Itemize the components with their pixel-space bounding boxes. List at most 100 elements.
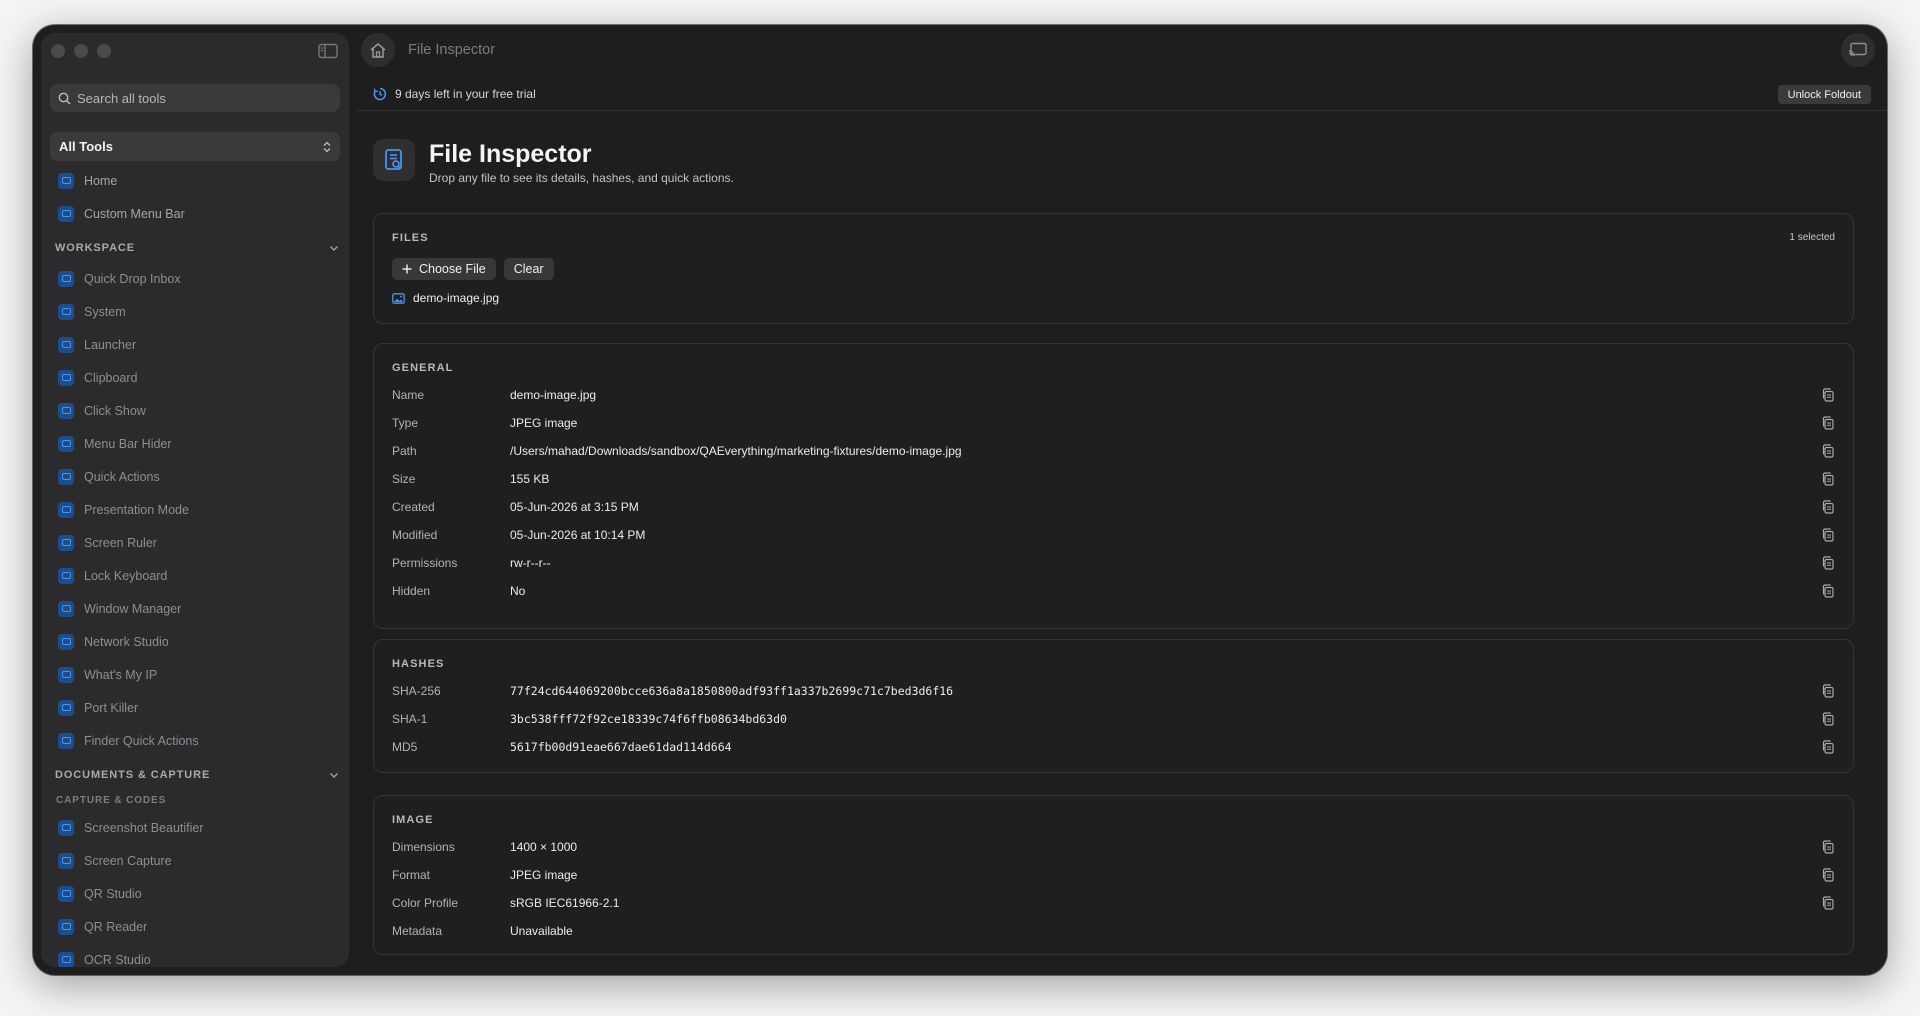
copy-icon[interactable] — [1821, 712, 1835, 726]
info-row-md5: MD5 5617fb00d91eae667dae61dad114d664 — [374, 733, 1853, 761]
sidebar-item-qr-studio[interactable]: QR Studio — [41, 877, 349, 910]
copy-icon[interactable] — [1821, 740, 1835, 754]
sidebar-toggle-icon[interactable] — [318, 43, 338, 59]
sidebar-item-clipboard[interactable]: Clipboard — [41, 361, 349, 394]
selected-count: 1 selected — [1789, 232, 1835, 243]
sidebar-item-finder-quick-actions[interactable]: Finder Quick Actions — [41, 724, 349, 757]
info-label: SHA-256 — [392, 684, 441, 698]
minimize-window-button[interactable] — [74, 44, 88, 58]
sidebar-item-label: Quick Drop Inbox — [84, 271, 181, 286]
sidebar-item-label: QR Reader — [84, 919, 148, 934]
copy-icon[interactable] — [1821, 684, 1835, 698]
info-value: 1400 × 1000 — [510, 840, 578, 854]
copy-icon[interactable] — [1821, 388, 1835, 402]
qr-icon — [58, 885, 74, 902]
info-label: Created — [392, 500, 435, 514]
section-workspace-title: WORKSPACE — [55, 242, 136, 254]
sidebar-item-custom-menu-bar[interactable]: Custom Menu Bar — [41, 197, 349, 230]
sidebar-item-screen-capture[interactable]: Screen Capture — [41, 844, 349, 877]
unlock-foldout-button[interactable]: Unlock Foldout — [1777, 85, 1871, 104]
page-title: File Inspector — [429, 140, 592, 168]
info-label: Path — [392, 444, 417, 458]
copy-icon[interactable] — [1821, 444, 1835, 458]
sidebar-item-home[interactable]: Home — [41, 164, 349, 197]
sidebar-item-label: Window Manager — [84, 601, 182, 616]
file-name: demo-image.jpg — [413, 291, 500, 305]
copy-icon[interactable] — [1821, 840, 1835, 854]
click-icon — [58, 402, 74, 419]
section-workspace[interactable]: WORKSPACE — [41, 234, 349, 262]
clear-button[interactable]: Clear — [503, 258, 554, 280]
tool-scope-value: All Tools — [59, 139, 113, 154]
search-field[interactable] — [50, 84, 340, 112]
copy-icon[interactable] — [1821, 896, 1835, 910]
image-file-icon — [392, 292, 405, 304]
sidebar-item-what-s-my-ip[interactable]: What's My IP — [41, 658, 349, 691]
sidebar: All Tools Home Custom Menu Bar WORKSPACE … — [41, 33, 349, 967]
sidebar-item-lock-keyboard[interactable]: Lock Keyboard — [41, 559, 349, 592]
info-row-modified: Modified 05-Jun-2026 at 10:14 PM — [374, 521, 1853, 549]
sidebar-item-qr-reader[interactable]: QR Reader — [41, 910, 349, 943]
info-label: Format — [392, 868, 431, 882]
copy-icon[interactable] — [1821, 416, 1835, 430]
file-list-item[interactable]: demo-image.jpg — [392, 291, 499, 305]
sidebar-item-label: Custom Menu Bar — [84, 206, 185, 221]
sidebar-item-screenshot-beautifier[interactable]: Screenshot Beautifier — [41, 811, 349, 844]
sidebar-item-ocr-studio[interactable]: OCR Studio — [41, 943, 349, 967]
info-value: sRGB IEC61966-2.1 — [510, 896, 620, 910]
chevron-updown-icon — [323, 141, 331, 152]
sidebar-item-presentation-mode[interactable]: Presentation Mode — [41, 493, 349, 526]
sidebar-item-label: Menu Bar Hider — [84, 436, 172, 451]
main-content: File Inspector Drop any file to see its … — [357, 111, 1887, 975]
info-row-hidden: Hidden No — [374, 577, 1853, 605]
hashes-card: HASHES SHA-256 77f24cd644069200bcce636a8a… — [373, 639, 1854, 773]
general-card: GENERAL Name demo-image.jpg Type JPEG image… — [373, 343, 1854, 629]
sidebar-item-port-killer[interactable]: Port Killer — [41, 691, 349, 724]
sidebar-item-launcher[interactable]: Launcher — [41, 328, 349, 361]
section-documents-capture[interactable]: DOCUMENTS & CAPTURE — [41, 761, 349, 789]
info-row-type: Type JPEG image — [374, 409, 1853, 437]
info-row-name: Name demo-image.jpg — [374, 381, 1853, 409]
sidebar-item-label: Port Killer — [84, 700, 139, 715]
close-window-button[interactable] — [51, 44, 65, 58]
sidebar-item-system[interactable]: System — [41, 295, 349, 328]
copy-icon[interactable] — [1821, 500, 1835, 514]
copy-icon[interactable] — [1821, 528, 1835, 542]
search-icon — [58, 92, 71, 105]
info-value: JPEG image — [510, 416, 578, 430]
sidebar-item-quick-actions[interactable]: Quick Actions — [41, 460, 349, 493]
image-card-title: IMAGE — [392, 814, 434, 826]
info-label: Dimensions — [392, 840, 455, 854]
cast-button[interactable] — [1841, 33, 1875, 67]
zoom-window-button[interactable] — [97, 44, 111, 58]
page-subtitle: Drop any file to see its details, hashes… — [429, 171, 734, 185]
copy-icon[interactable] — [1821, 472, 1835, 486]
sidebar-item-click-show[interactable]: Click Show — [41, 394, 349, 427]
qr-reader-icon — [58, 918, 74, 935]
sidebar-item-label: Finder Quick Actions — [84, 733, 199, 748]
window-icon — [58, 600, 74, 617]
sidebar-item-quick-drop-inbox[interactable]: Quick Drop Inbox — [41, 262, 349, 295]
menu-bar-icon — [58, 435, 74, 452]
sidebar-nav: Home Custom Menu Bar WORKSPACE Quick Drop… — [41, 164, 349, 967]
chevron-down-icon — [330, 772, 338, 778]
home-icon — [370, 42, 386, 58]
tool-scope-select[interactable]: All Tools — [50, 132, 340, 161]
copy-icon[interactable] — [1821, 584, 1835, 598]
page-header: File Inspector Drop any file to see its … — [373, 139, 734, 185]
sidebar-item-screen-ruler[interactable]: Screen Ruler — [41, 526, 349, 559]
choose-file-button[interactable]: Choose File — [392, 258, 496, 280]
search-input[interactable] — [77, 90, 317, 106]
copy-icon[interactable] — [1821, 868, 1835, 882]
sidebar-item-label: Screen Ruler — [84, 535, 157, 550]
info-value: 77f24cd644069200bcce636a8a1850800adf93ff… — [510, 684, 954, 698]
sidebar-item-network-studio[interactable]: Network Studio — [41, 625, 349, 658]
sidebar-item-window-manager[interactable]: Window Manager — [41, 592, 349, 625]
sidebar-item-menu-bar-hider[interactable]: Menu Bar Hider — [41, 427, 349, 460]
info-value: 05-Jun-2026 at 3:15 PM — [510, 500, 639, 514]
general-card-title: GENERAL — [392, 362, 454, 374]
document-search-icon — [385, 149, 402, 170]
home-button[interactable] — [361, 33, 395, 67]
copy-icon[interactable] — [1821, 556, 1835, 570]
info-row-dimensions: Dimensions 1400 × 1000 — [374, 833, 1853, 861]
